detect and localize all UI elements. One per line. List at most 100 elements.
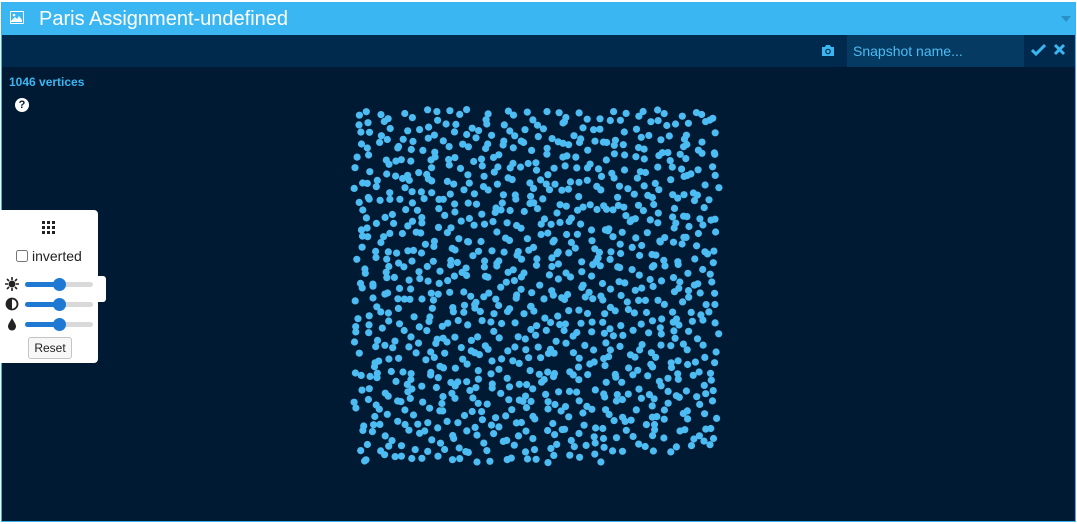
- vertex[interactable]: [366, 168, 374, 176]
- vertex[interactable]: [533, 322, 541, 330]
- vertex[interactable]: [464, 199, 472, 207]
- vertex[interactable]: [584, 371, 592, 379]
- vertex[interactable]: [544, 229, 552, 237]
- vertex[interactable]: [385, 262, 393, 271]
- vertex[interactable]: [554, 275, 562, 283]
- vertex[interactable]: [555, 109, 563, 117]
- vertex[interactable]: [664, 387, 672, 395]
- vertex[interactable]: [711, 171, 719, 179]
- vertex[interactable]: [463, 271, 471, 280]
- vertex[interactable]: [698, 149, 706, 157]
- vertex[interactable]: [684, 287, 693, 295]
- vertex[interactable]: [366, 372, 374, 380]
- vertex[interactable]: [474, 333, 482, 341]
- vertex[interactable]: [391, 337, 399, 345]
- vertex[interactable]: [635, 296, 643, 304]
- camera-icon[interactable]: [821, 44, 835, 57]
- vertex[interactable]: [675, 393, 683, 401]
- vertex[interactable]: [575, 306, 583, 314]
- vertex[interactable]: [443, 229, 451, 237]
- vertex[interactable]: [661, 262, 669, 270]
- close-icon[interactable]: [1053, 43, 1066, 56]
- vertex[interactable]: [600, 329, 608, 337]
- vertex[interactable]: [416, 126, 424, 134]
- vertex[interactable]: [565, 413, 573, 421]
- vertex[interactable]: [582, 441, 590, 449]
- vertex[interactable]: [521, 448, 530, 456]
- vertex[interactable]: [520, 207, 528, 216]
- vertex[interactable]: [682, 131, 690, 139]
- vertex[interactable]: [711, 129, 719, 137]
- vertex[interactable]: [654, 296, 662, 304]
- vertex[interactable]: [460, 301, 469, 309]
- vertex[interactable]: [401, 109, 409, 118]
- vertex[interactable]: [431, 153, 439, 161]
- vertex[interactable]: [588, 405, 596, 413]
- vertex[interactable]: [699, 316, 707, 324]
- vertex[interactable]: [492, 295, 500, 303]
- vertex[interactable]: [519, 397, 527, 405]
- vertex[interactable]: [552, 337, 560, 345]
- vertex[interactable]: [544, 459, 552, 467]
- vertex[interactable]: [370, 363, 379, 371]
- vertex[interactable]: [470, 221, 478, 229]
- vertex[interactable]: [490, 310, 498, 318]
- vertex[interactable]: [450, 128, 459, 136]
- vertex[interactable]: [567, 436, 575, 445]
- vertex[interactable]: [446, 107, 454, 115]
- reset-button[interactable]: Reset: [28, 337, 72, 359]
- vertex[interactable]: [408, 199, 416, 207]
- vertex[interactable]: [399, 174, 407, 183]
- vertex[interactable]: [537, 220, 545, 228]
- vertex[interactable]: [480, 263, 488, 271]
- vertex[interactable]: [667, 342, 675, 350]
- vertex[interactable]: [529, 385, 537, 393]
- vertex[interactable]: [457, 217, 465, 225]
- vertex[interactable]: [505, 396, 513, 404]
- vertex[interactable]: [649, 363, 657, 371]
- vertex[interactable]: [678, 112, 686, 120]
- vertex[interactable]: [454, 419, 462, 427]
- vertex[interactable]: [365, 385, 373, 393]
- vertex[interactable]: [439, 393, 447, 401]
- help-icon[interactable]: ?: [15, 98, 29, 112]
- vertex[interactable]: [352, 328, 360, 336]
- vertex[interactable]: [455, 444, 463, 452]
- vertex[interactable]: [532, 331, 540, 339]
- vertex[interactable]: [381, 341, 389, 349]
- vertex[interactable]: [533, 255, 541, 263]
- vertex[interactable]: [363, 144, 371, 152]
- vertex[interactable]: [456, 164, 465, 172]
- vertex[interactable]: [628, 216, 636, 224]
- vertex[interactable]: [474, 399, 482, 407]
- vertex[interactable]: [383, 255, 391, 263]
- vertex[interactable]: [653, 413, 661, 421]
- vertex[interactable]: [443, 177, 451, 185]
- vertex[interactable]: [684, 119, 692, 127]
- vertex[interactable]: [483, 447, 491, 455]
- vertex[interactable]: [377, 111, 385, 119]
- vertex[interactable]: [397, 442, 406, 450]
- vertex[interactable]: [583, 309, 592, 318]
- vertex[interactable]: [679, 298, 687, 306]
- vertex[interactable]: [588, 328, 596, 336]
- vertex[interactable]: [363, 440, 371, 449]
- vertex[interactable]: [533, 205, 542, 213]
- vertex[interactable]: [694, 166, 702, 174]
- vertex[interactable]: [543, 108, 551, 116]
- vertex[interactable]: [426, 404, 434, 412]
- vertex[interactable]: [417, 249, 426, 257]
- vertex[interactable]: [628, 243, 636, 251]
- vertex[interactable]: [594, 165, 603, 173]
- vertex[interactable]: [711, 319, 719, 327]
- vertex[interactable]: [381, 213, 389, 221]
- vertex[interactable]: [672, 443, 680, 451]
- vertex[interactable]: [355, 111, 363, 119]
- vertex[interactable]: [365, 151, 373, 159]
- vertex[interactable]: [631, 286, 639, 294]
- vertex[interactable]: [478, 162, 486, 170]
- vertex[interactable]: [522, 346, 530, 354]
- vertex[interactable]: [583, 176, 591, 184]
- vertex[interactable]: [669, 274, 678, 282]
- vertex[interactable]: [484, 186, 492, 194]
